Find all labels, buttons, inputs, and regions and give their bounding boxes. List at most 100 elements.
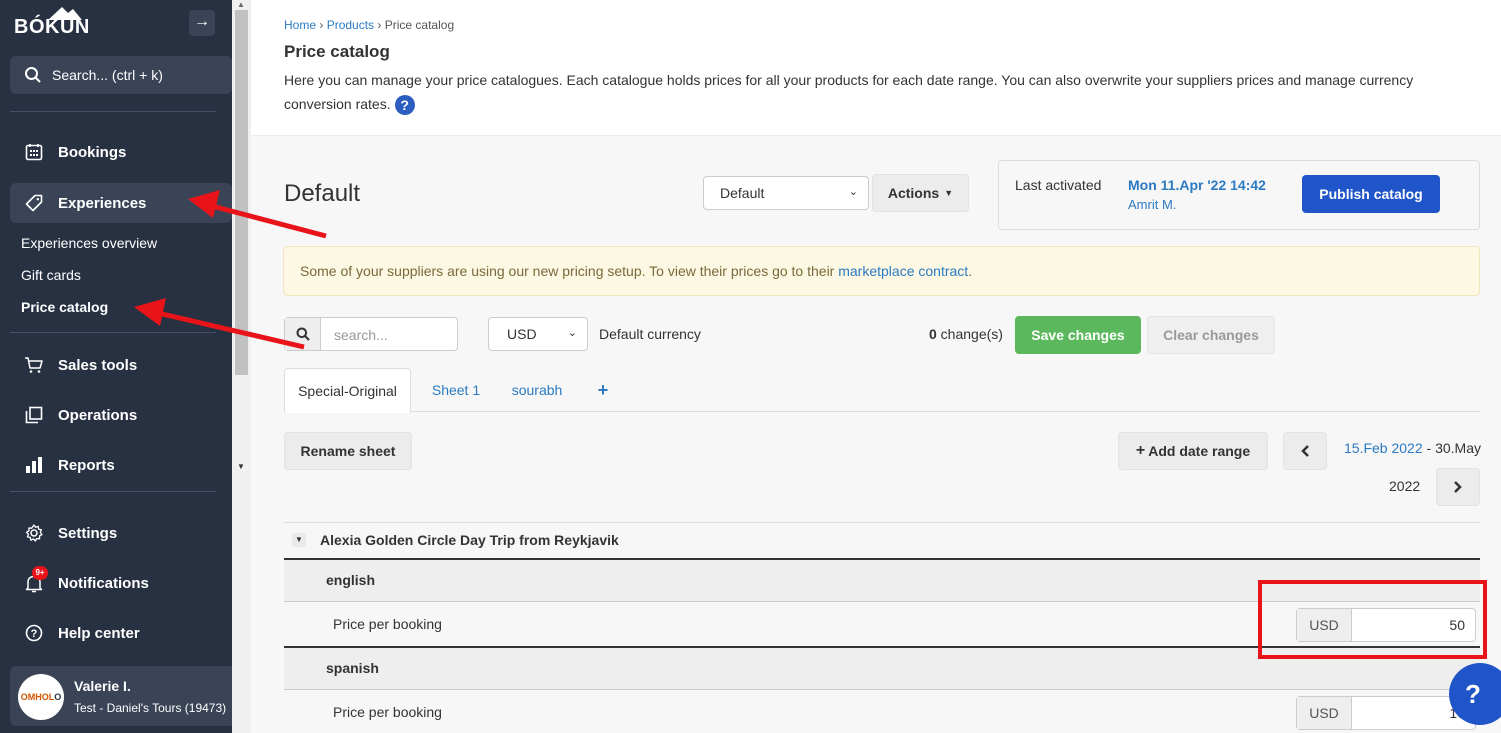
date-range-separator: - bbox=[1422, 440, 1436, 456]
scroll-up-arrow-icon[interactable]: ▲ bbox=[237, 0, 245, 9]
scroll-down-arrow-icon[interactable]: ▼ bbox=[237, 462, 245, 471]
publish-catalog-label: Publish catalog bbox=[1319, 186, 1423, 202]
rename-sheet-label: Rename sheet bbox=[300, 443, 396, 459]
add-date-range-button[interactable]: + Add date range bbox=[1118, 432, 1268, 470]
save-changes-label: Save changes bbox=[1031, 327, 1125, 343]
chevron-down-icon: ⌄ bbox=[567, 327, 577, 339]
changes-number: 0 bbox=[929, 326, 937, 342]
question-icon[interactable]: ? bbox=[394, 95, 415, 116]
nav-help-center[interactable]: ? Help center bbox=[10, 613, 232, 653]
currency-select-value: USD bbox=[507, 326, 537, 342]
page-header: Home › Products › Price catalog Price ca… bbox=[251, 0, 1501, 136]
nav-reports[interactable]: Reports bbox=[10, 445, 232, 485]
page-description: Here you can manage your price catalogue… bbox=[284, 68, 1444, 116]
search-icon bbox=[25, 67, 41, 83]
default-currency-label: Default currency bbox=[599, 326, 701, 342]
page-title: Price catalog bbox=[284, 42, 390, 61]
global-search[interactable]: Search... (ctrl + k) bbox=[10, 56, 232, 94]
date-range-start[interactable]: 15.Feb 2022 bbox=[1344, 440, 1423, 456]
product-search-input[interactable]: search... bbox=[284, 317, 458, 351]
actions-dropdown-button[interactable]: Actions ▼ bbox=[872, 174, 969, 212]
alert-end: . bbox=[968, 263, 973, 279]
search-label: Search... (ctrl + k) bbox=[52, 67, 163, 83]
last-activated-user[interactable]: Amrit M. bbox=[1128, 197, 1176, 212]
logo-text: BÓKUN bbox=[14, 16, 90, 38]
catalog-select[interactable]: Default ⌄ bbox=[703, 176, 869, 210]
add-sheet-button[interactable]: + bbox=[588, 368, 618, 412]
arrow-right-icon: → bbox=[194, 13, 210, 30]
nav-sales-tools-label: Sales tools bbox=[58, 356, 138, 374]
price-label: Price per booking bbox=[333, 704, 442, 720]
nav-experiences[interactable]: Experiences bbox=[10, 183, 232, 223]
publish-catalog-button[interactable]: Publish catalog bbox=[1302, 175, 1440, 213]
actions-label: Actions bbox=[887, 185, 940, 201]
changes-count: 0 change(s) bbox=[929, 326, 1003, 342]
collapse-caret-icon[interactable]: ▼ bbox=[292, 533, 306, 547]
last-activated-label: Last activated bbox=[1015, 177, 1102, 193]
nav-notifications[interactable]: 9+ Notifications bbox=[10, 563, 232, 603]
nav-reports-label: Reports bbox=[58, 456, 115, 474]
rename-sheet-button[interactable]: Rename sheet bbox=[284, 432, 412, 470]
date-range-end: 30.May bbox=[1435, 440, 1481, 456]
divider bbox=[10, 111, 216, 112]
breadcrumb-current: Price catalog bbox=[384, 18, 455, 32]
subnav-price-catalog[interactable]: Price catalog bbox=[21, 299, 108, 315]
user-name: Valerie I. bbox=[74, 678, 131, 694]
divider bbox=[10, 332, 216, 333]
last-activated-date[interactable]: Mon 11.Apr '22 14:42 bbox=[1128, 177, 1266, 193]
next-date-range-button[interactable] bbox=[1436, 468, 1480, 506]
catalog-select-value: Default bbox=[720, 185, 765, 201]
tab-special-original[interactable]: Special-Original bbox=[284, 368, 411, 413]
price-currency: USD bbox=[1297, 697, 1352, 729]
svg-text:?: ? bbox=[31, 628, 38, 640]
sheet-tabs: Special-Original Sheet 1 sourabh + bbox=[284, 368, 1480, 413]
nav-bookings-label: Bookings bbox=[58, 143, 127, 161]
page-description-text: Here you can manage your price catalogue… bbox=[284, 72, 1414, 112]
date-range: 15.Feb 2022 - 30.May bbox=[1344, 440, 1481, 456]
subnav-experiences-overview[interactable]: Experiences overview bbox=[21, 235, 157, 251]
nav-help-center-label: Help center bbox=[58, 624, 140, 642]
alert-text: Some of your suppliers are using our new… bbox=[300, 263, 839, 279]
nav-settings[interactable]: Settings bbox=[10, 513, 232, 553]
plus-icon: + bbox=[597, 379, 609, 400]
subnav-gift-cards[interactable]: Gift cards bbox=[21, 267, 81, 283]
product-name: Alexia Golden Circle Day Trip from Reykj… bbox=[320, 532, 619, 548]
nav-operations[interactable]: Operations bbox=[10, 395, 232, 435]
cart-icon bbox=[24, 355, 44, 375]
language-name: english bbox=[326, 572, 376, 588]
marketplace-contract-link[interactable]: marketplace contract bbox=[838, 263, 968, 279]
tab-sourabh[interactable]: sourabh bbox=[502, 368, 572, 412]
bokun-logo[interactable]: BÓKUN bbox=[14, 4, 104, 40]
avatar: OMHOLO bbox=[18, 674, 64, 720]
language-name: spanish bbox=[326, 660, 379, 676]
currency-select[interactable]: USD ⌄ bbox=[488, 317, 588, 351]
save-changes-button[interactable]: Save changes bbox=[1015, 316, 1141, 354]
sidebar-scrollbar[interactable]: ▲ ▼ bbox=[232, 0, 251, 733]
nav-notifications-label: Notifications bbox=[58, 574, 149, 592]
bell-icon: 9+ bbox=[24, 566, 48, 593]
sidebar: BÓKUN → Search... (ctrl + k) Bookings Ex… bbox=[0, 0, 251, 733]
product-row[interactable]: ▼ Alexia Golden Circle Day Trip from Rey… bbox=[284, 522, 1480, 558]
tab-label: Special-Original bbox=[298, 382, 397, 399]
notifications-badge: 9+ bbox=[32, 566, 48, 580]
tab-label: sourabh bbox=[511, 382, 563, 398]
last-activated-panel: Last activated Mon 11.Apr '22 14:42 Amri… bbox=[998, 160, 1480, 230]
nav-sales-tools[interactable]: Sales tools bbox=[10, 345, 232, 385]
user-card[interactable]: OMHOLO Valerie I. Test - Daniel's Tours … bbox=[10, 666, 236, 726]
changes-suffix: change(s) bbox=[936, 326, 1003, 342]
clear-changes-button[interactable]: Clear changes bbox=[1147, 316, 1275, 354]
tab-sheet-1[interactable]: Sheet 1 bbox=[420, 368, 492, 412]
user-account: Test - Daniel's Tours (19473) bbox=[74, 701, 227, 715]
catalog-heading: Default bbox=[284, 180, 361, 207]
breadcrumb-products[interactable]: Products bbox=[327, 18, 374, 32]
nav-operations-label: Operations bbox=[58, 406, 138, 424]
bar-chart-icon bbox=[24, 455, 44, 475]
gear-icon bbox=[24, 523, 44, 543]
nav-bookings[interactable]: Bookings bbox=[10, 132, 232, 172]
divider bbox=[10, 491, 216, 492]
previous-date-range-button[interactable] bbox=[1283, 432, 1327, 470]
breadcrumb-home[interactable]: Home bbox=[284, 18, 316, 32]
search-placeholder: search... bbox=[334, 327, 388, 343]
scroll-thumb[interactable] bbox=[235, 10, 248, 375]
collapse-sidebar-button[interactable]: → bbox=[189, 10, 215, 36]
